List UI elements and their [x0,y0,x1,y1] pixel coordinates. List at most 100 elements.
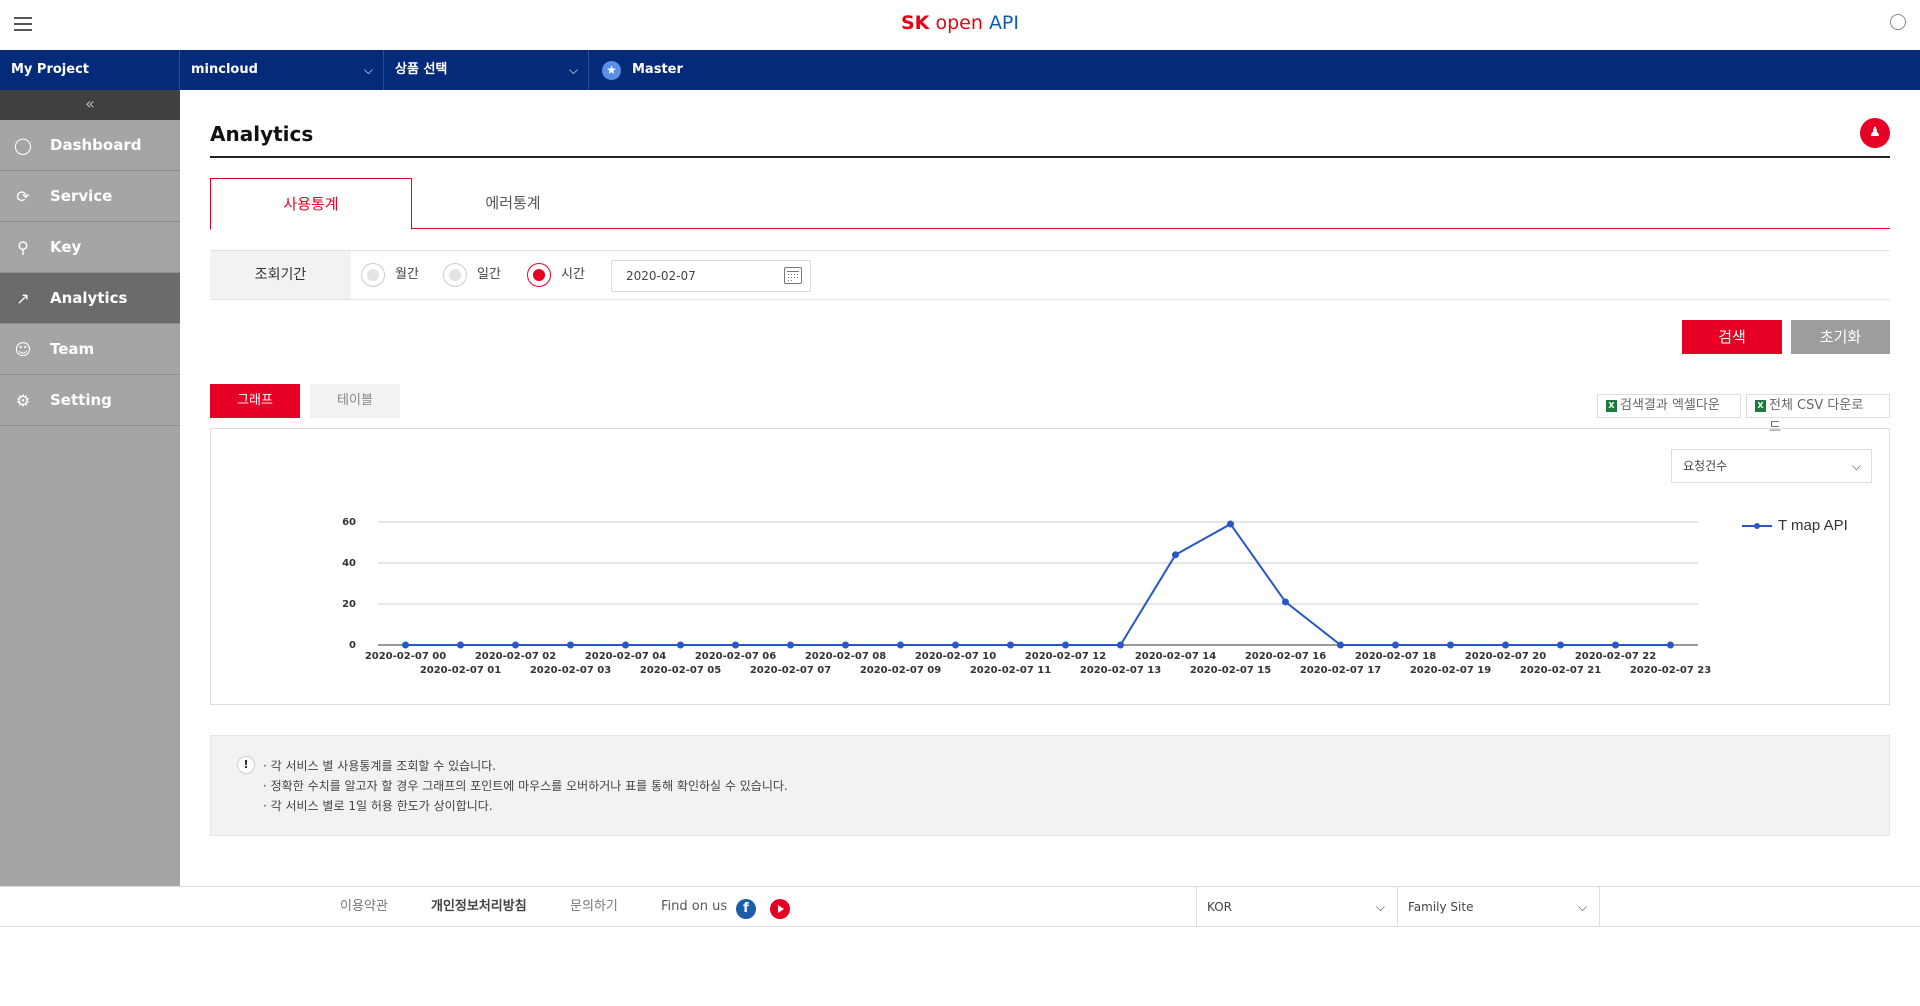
y-tick-label: 40 [342,558,356,569]
title-row: Analytics ♟ [210,118,1890,158]
x-tick-label: 2020-02-07 06 [695,651,776,662]
radio-monthly[interactable]: 월간 [361,263,419,287]
terms-link[interactable]: 이용약관 [340,887,388,927]
notice-item: · 정확한 수치를 알고자 할 경우 그래프의 포인트에 마우스를 오버하거나 … [263,779,788,793]
x-tick-label: 2020-02-07 04 [585,651,666,662]
x-tick-label: 2020-02-07 11 [970,665,1051,676]
data-point [1337,641,1344,649]
x-tick-label: 2020-02-07 23 [1630,665,1711,676]
contact-link[interactable]: 문의하기 [570,887,618,927]
facebook-icon[interactable]: f [736,899,756,919]
collapse-sidebar-icon[interactable]: « [0,90,180,120]
sidebar-item-label: Service [50,187,113,205]
product-select-value: 상품 선택 [395,62,448,77]
radio-dot [443,263,467,287]
radio-label: 월간 [395,267,419,282]
data-point [952,641,959,649]
sidebar-item-setting[interactable]: ⚙ Setting [0,375,180,426]
analytics-icon: ↗ [16,289,30,308]
excel-icon: X [1606,400,1617,412]
data-point [1447,641,1454,649]
x-tick-label: 2020-02-07 21 [1520,665,1601,676]
x-tick-label: 2020-02-07 14 [1135,651,1216,662]
language-select[interactable]: KOR ⌵ [1196,887,1397,927]
data-point [1117,641,1124,649]
my-project-label: My Project [11,62,89,77]
chart-legend-item[interactable]: T map API [1742,517,1848,535]
data-point [842,641,849,649]
tab-error-stats[interactable]: 에러통계 [412,178,614,229]
notice-box: ! · 각 서비스 별 사용통계를 조회할 수 있습니다. · 정확한 수치를 … [210,735,1890,836]
page-title: Analytics [210,122,314,146]
key-icon: ⚲ [17,238,29,257]
sidebar-item-service[interactable]: ⟳ Service [0,171,180,222]
x-tick-label: 2020-02-07 20 [1465,651,1546,662]
sidebar-item-key[interactable]: ⚲ Key [0,222,180,273]
data-point [897,641,904,649]
radio-hourly[interactable]: 시간 [527,263,585,287]
calendar-icon[interactable] [784,267,802,284]
line-chart: 0 20 40 60 2020-02-07 00 2020-02-07 01 2020-02… [342,517,1711,676]
reset-button[interactable]: 초기화 [1791,320,1890,354]
csv-download-button[interactable]: X 전체 CSV 다운로드 [1746,394,1890,435]
data-point [677,641,684,649]
x-tick-label: 2020-02-07 01 [420,665,501,676]
x-tick-label: 2020-02-07 13 [1080,665,1161,676]
sidebar-item-dashboard[interactable]: ◯ Dashboard [0,120,180,171]
x-tick-label: 2020-02-07 12 [1025,651,1106,662]
view-table-tab[interactable]: 테이블 [310,384,400,418]
legend-label: T map API [1778,517,1848,534]
data-point [1172,551,1179,559]
series-line [405,522,1671,646]
cloud-select[interactable]: mincloud ⌵ [180,50,384,90]
x-tick-label: 2020-02-07 09 [860,665,941,676]
master-role: ★ Master [589,50,889,90]
x-tick-label: 2020-02-07 08 [805,651,886,662]
metric-select[interactable]: 요청건수 ⌵ [1671,449,1872,483]
data-point [1282,598,1289,606]
product-select[interactable]: 상품 선택 ⌵ [384,50,589,90]
user-list-icon[interactable]: ♟ [1860,118,1890,148]
excel-download-button[interactable]: X 검색결과 엑셀다운 [1597,394,1741,418]
gear-icon: ⚙ [15,391,31,410]
date-input[interactable]: 2020-02-07 [611,260,811,292]
data-point [1227,520,1234,528]
x-tick-label: 2020-02-07 03 [530,665,611,676]
search-button[interactable]: 검색 [1682,320,1782,354]
chevron-down-icon: ⌵ [568,63,578,77]
logo[interactable]: SK open API [0,12,1920,34]
privacy-policy-link[interactable]: 개인정보처리방침 [431,887,527,927]
data-point [1557,641,1564,649]
chevron-down-icon: ⌵ [1577,900,1587,914]
logo-api: API [988,12,1019,34]
data-point [457,641,464,649]
x-tick-label: 2020-02-07 05 [640,665,721,676]
chevron-down-icon: ⌵ [1851,459,1861,473]
notice-text: 각 서비스 별 사용통계를 조회할 수 있습니다. [270,759,497,773]
excel-download-label: 검색결과 엑셀다운 [1620,398,1720,413]
youtube-icon[interactable] [770,899,790,919]
x-tick-label: 2020-02-07 22 [1575,651,1656,662]
user-account-icon[interactable] [1890,14,1906,30]
top-header: SK open API [0,0,1920,50]
view-graph-tab[interactable]: 그래프 [210,384,300,418]
data-point [622,641,629,649]
radio-daily[interactable]: 일간 [443,263,501,287]
my-project-menu[interactable]: My Project [0,50,180,90]
logo-sk: SK [901,12,930,34]
x-tick-label: 2020-02-07 16 [1245,651,1326,662]
master-label: Master [632,62,683,77]
x-tick-label: 2020-02-07 18 [1355,651,1436,662]
radio-label: 시간 [561,267,585,282]
sidebar-item-team[interactable]: ☺ Team [0,324,180,375]
x-tick-label: 2020-02-07 07 [750,665,831,676]
sidebar-item-analytics[interactable]: ↗ Analytics [0,273,180,324]
footer: 이용약관 개인정보처리방침 문의하기 Find on us f KOR ⌵ Fa… [0,886,1920,927]
tab-usage-stats[interactable]: 사용통계 [210,178,412,230]
chart-panel: 0 20 40 60 2020-02-07 00 2020-02-07 01 2020-02… [210,428,1890,705]
family-site-select[interactable]: Family Site ⌵ [1397,887,1600,927]
language-value: KOR [1207,900,1232,914]
chevron-down-icon: ⌵ [1375,900,1385,914]
notice-item: · 각 서비스 별 사용통계를 조회할 수 있습니다. [263,759,497,773]
project-nav-bar: My Project mincloud ⌵ 상품 선택 ⌵ ★ Master [0,50,1920,90]
